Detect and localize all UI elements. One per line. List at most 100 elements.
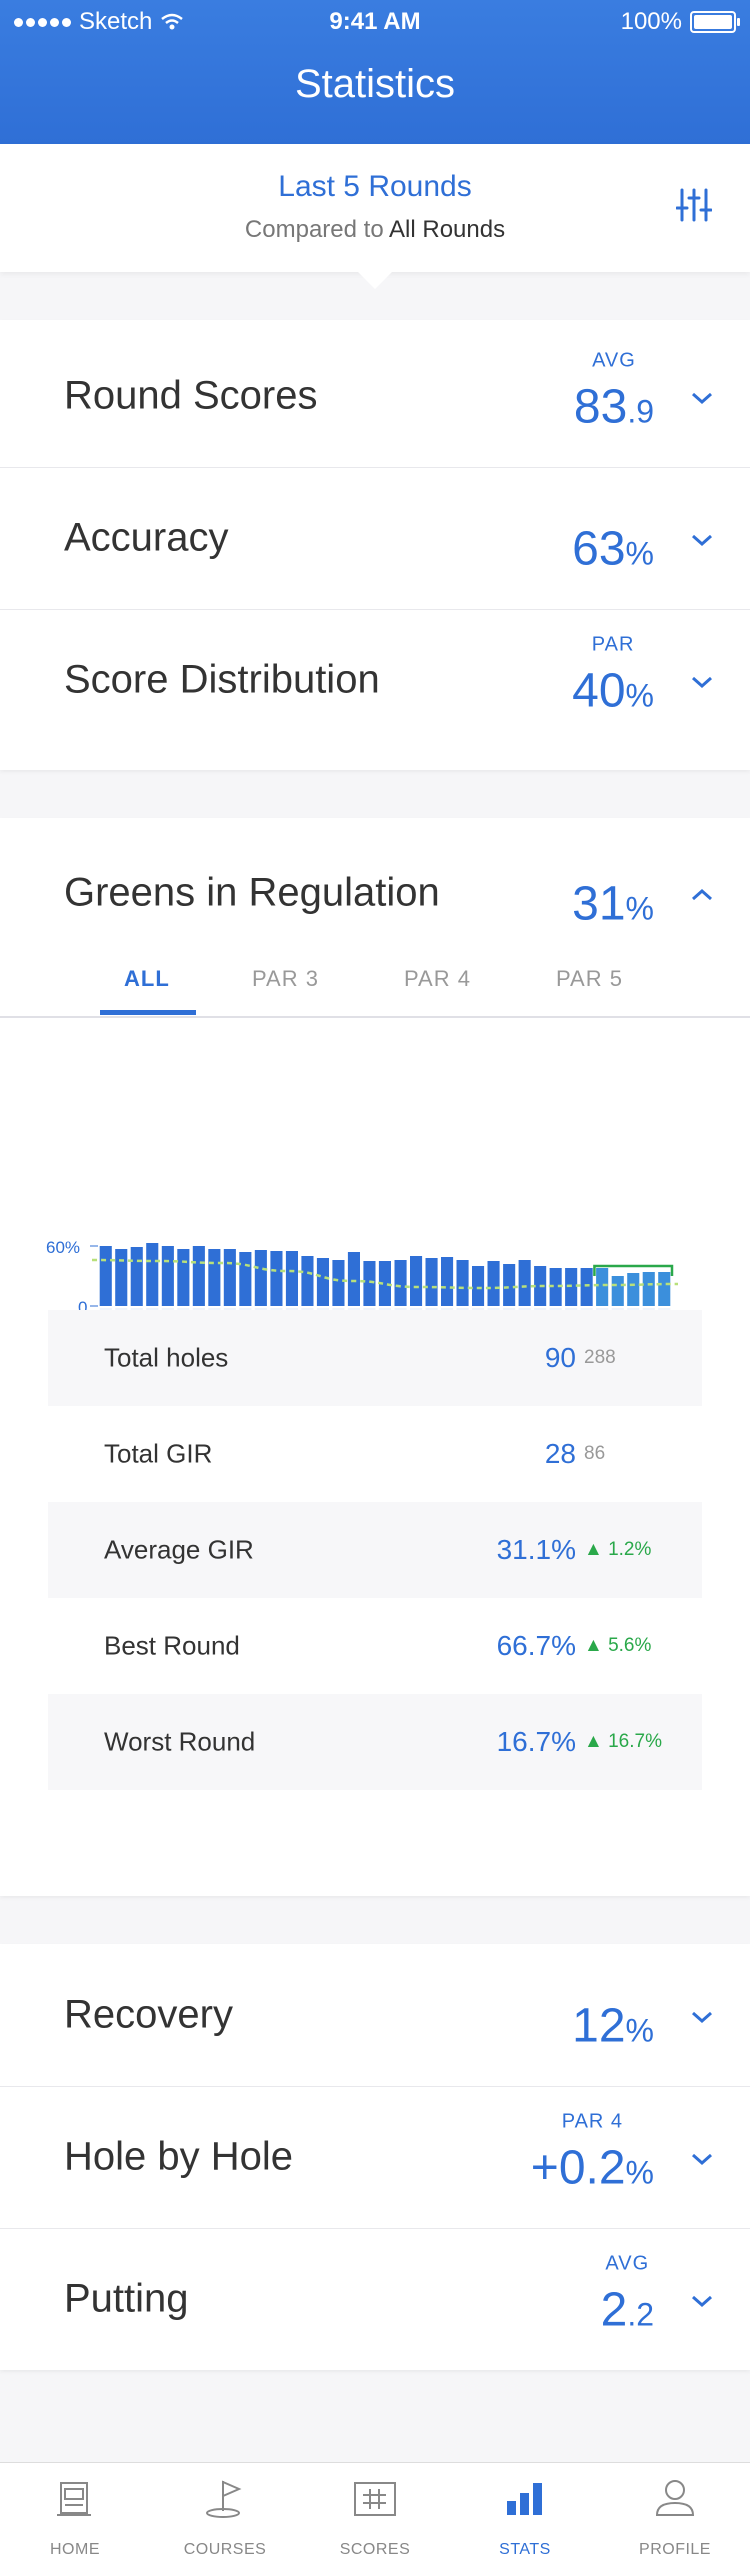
chart-bar (223, 1249, 236, 1306)
value-unit: % (625, 2012, 654, 2049)
stat-trend-up: ▲ 1.2% (584, 1539, 652, 1560)
profile-icon (655, 2480, 695, 2516)
chevron-down-icon[interactable] (690, 2147, 714, 2171)
section-label: Putting (64, 2276, 189, 2321)
flag-icon (206, 2480, 242, 2518)
value-caption: PAR 4 (561, 2110, 624, 2133)
stat-trend-up: ▲ 16.7% (584, 1731, 662, 1752)
tab-par-5[interactable]: PAR 5 (556, 966, 623, 992)
chart-bar (456, 1260, 469, 1306)
stat-value: 90 (544, 1342, 576, 1373)
section-label: Hole by Hole (64, 2134, 294, 2179)
app-header: Sketch 9:41 AM 100% Statistics (0, 0, 750, 144)
gir-card: Greens in Regulation 31% ALL PAR 3 PAR 4… (0, 818, 750, 1896)
chevron-down-icon[interactable] (690, 670, 714, 694)
value-number: 63 (572, 522, 626, 576)
value-unit: % (625, 890, 654, 927)
chart-bar (316, 1258, 329, 1306)
page-title: Statistics (294, 62, 456, 106)
compared-prefix: Compared to (244, 216, 384, 243)
value-caption: PAR (591, 633, 635, 656)
chart-bar (285, 1251, 298, 1306)
chevron-down-icon[interactable] (690, 2289, 714, 2313)
chart-bar (115, 1249, 128, 1306)
stat-row-worst-round: Worst Round 16.7% ▲ 16.7% (48, 1694, 702, 1790)
home-icon (57, 2482, 91, 2516)
section-label: Accuracy (64, 515, 229, 560)
status-bar: Sketch 9:41 AM 100% (0, 6, 750, 38)
compared-target: All Rounds (389, 216, 506, 243)
value-unit: .2 (627, 2296, 654, 2333)
section-value: 12% (572, 1999, 654, 2054)
chart-bar (99, 1246, 112, 1306)
nav-home[interactable]: HOME (0, 2463, 150, 2571)
accuracy-row[interactable]: Accuracy 63% (0, 467, 750, 610)
stats-card-top: Round Scores AVG 83.9 Accuracy 63% Score… (0, 320, 750, 770)
value-unit: % (625, 677, 654, 714)
recovery-row[interactable]: Recovery 12% (0, 1944, 750, 2087)
section-label: Greens in Regulation (64, 870, 440, 915)
chart-bar (192, 1246, 205, 1306)
value-caption: AVG (592, 349, 636, 372)
section-value: PAR 40% (572, 634, 654, 719)
round-scores-row[interactable]: Round Scores AVG 83.9 (0, 325, 750, 468)
chart-bar (425, 1258, 438, 1306)
chevron-up-icon[interactable] (690, 883, 714, 907)
chevron-down-icon[interactable] (690, 528, 714, 552)
nav-label: COURSES (183, 2541, 267, 2558)
filter-settings-icon[interactable] (676, 186, 712, 224)
comparison-selector[interactable]: Last 5 Rounds Compared to All Rounds (0, 144, 750, 289)
value-unit: .9 (627, 393, 654, 430)
battery-icon (690, 11, 740, 33)
chart-bar (146, 1243, 159, 1306)
chevron-down-icon[interactable] (690, 2005, 714, 2029)
bar-chart-icon (507, 2483, 542, 2515)
nav-label: STATS (499, 2541, 551, 2558)
section-value: AVG 2.2 (601, 2253, 654, 2338)
hole-type-tabs: ALL PAR 3 PAR 4 PAR 5 (0, 958, 750, 1018)
hole-by-hole-row[interactable]: Hole by Hole PAR 4 +0.2% (0, 2086, 750, 2229)
period-selector[interactable]: Last 5 Rounds (0, 170, 750, 204)
chart-bar (580, 1268, 593, 1306)
stat-value: 31.1% (496, 1534, 576, 1565)
stat-label: Worst Round (104, 1726, 256, 1757)
chart-bar (472, 1266, 485, 1306)
chart-bar (503, 1264, 516, 1306)
stat-trend-up: ▲ 5.6% (584, 1635, 652, 1656)
chart-bar (518, 1260, 531, 1306)
value-number: 83 (573, 380, 628, 434)
chart-bar (658, 1272, 671, 1306)
chart-bar (239, 1252, 252, 1306)
active-tab-indicator (100, 1010, 196, 1015)
stat-value: 28 (544, 1438, 576, 1469)
nav-label: HOME (50, 2541, 100, 2558)
stats-card-bottom: Recovery 12% Hole by Hole PAR 4 +0.2% Pu… (0, 1944, 750, 2370)
section-value: PAR 4 +0.2% (531, 2111, 654, 2196)
stat-row-total-gir: Total GIR 28 86 (48, 1406, 702, 1502)
chart-bar (363, 1261, 376, 1306)
gir-row[interactable]: Greens in Regulation 31% (0, 818, 750, 968)
stat-label: Total GIR (104, 1438, 213, 1469)
chart-bar (208, 1249, 221, 1306)
chart-bar (332, 1260, 345, 1306)
nav-scores[interactable]: SCORES (300, 2463, 450, 2571)
score-distribution-row[interactable]: Score Distribution PAR 40% (0, 609, 750, 751)
nav-courses[interactable]: COURSES (150, 2463, 300, 2571)
value-unit: % (625, 2154, 654, 2191)
comparison-text: Compared to All Rounds (0, 216, 750, 244)
nav-stats[interactable]: STATS (450, 2463, 600, 2571)
chart-bar (130, 1247, 143, 1306)
nav-profile[interactable]: PROFILE (600, 2463, 750, 2571)
section-label: Round Scores (64, 373, 318, 418)
chart-bar (254, 1250, 267, 1306)
stat-row-total-holes: Total holes 90 288 (48, 1310, 702, 1406)
tab-par-3[interactable]: PAR 3 (252, 966, 319, 992)
chevron-down-icon[interactable] (690, 386, 714, 410)
tab-par-4[interactable]: PAR 4 (404, 966, 471, 992)
putting-row[interactable]: Putting AVG 2.2 (0, 2228, 750, 2370)
stat-compare: 86 (584, 1443, 606, 1464)
chart-bar (487, 1261, 500, 1306)
tab-all[interactable]: ALL (124, 966, 170, 992)
dropdown-caret (358, 255, 392, 289)
chart-bar (611, 1276, 624, 1306)
